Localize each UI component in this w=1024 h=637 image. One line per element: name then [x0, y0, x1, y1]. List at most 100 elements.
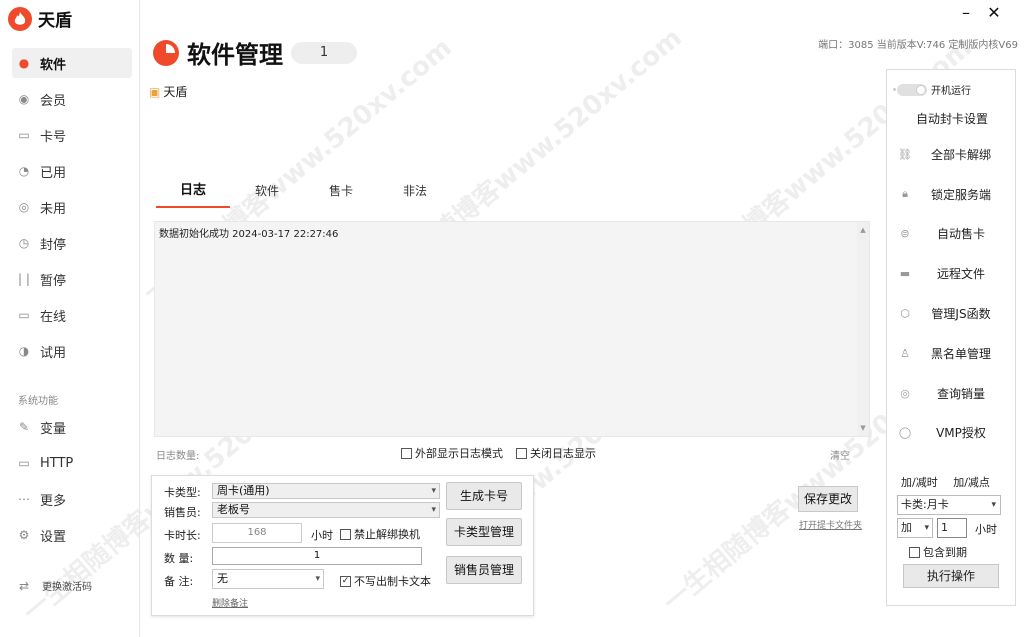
tool-label: 全部卡解绑: [930, 147, 991, 162]
shield-icon: ◯: [898, 425, 912, 439]
remark-select[interactable]: 无 ▾: [212, 569, 324, 589]
sidebar-item-variables[interactable]: ✎ 变量: [12, 412, 132, 442]
checkbox-label: 不写出制卡文本: [354, 575, 431, 588]
sidebar-item-paused[interactable]: | | 暂停: [12, 264, 132, 294]
seller-value: 老板号: [217, 503, 250, 516]
amount-input[interactable]: 1: [937, 518, 967, 538]
close-button[interactable]: ✕: [980, 2, 1008, 24]
vmp-auth-button[interactable]: ◯ VMP授权: [887, 420, 1017, 444]
card-class-select[interactable]: 卡类:月卡 ▾: [897, 495, 1001, 515]
auto-sell-button[interactable]: ⊜ 自动售卡: [887, 221, 1017, 245]
forbid-unbind-checkbox[interactable]: 禁止解绑换机: [340, 526, 420, 542]
quantity-input[interactable]: 1: [212, 547, 422, 565]
checkbox-box[interactable]: ✓: [340, 575, 351, 587]
checkbox-box[interactable]: [401, 447, 412, 459]
sidebar-item-software[interactable]: ● 软件: [12, 48, 132, 78]
title-count-badge: 1: [291, 41, 357, 64]
tool-label: 黑名单管理: [930, 346, 991, 361]
flame-icon: [8, 6, 32, 31]
remote-files-button[interactable]: ▬ 远程文件: [887, 261, 1017, 285]
sidebar-item-label: 变量: [40, 421, 67, 437]
tool-label: VMP授权: [936, 425, 986, 440]
checkbox-label: 包含到期: [923, 546, 967, 559]
card-type-manage-button[interactable]: 卡类型管理: [446, 518, 522, 546]
card-type-select[interactable]: 周卡(通用) ▾: [212, 483, 440, 499]
sidebar-item-cards[interactable]: ▭ 卡号: [12, 120, 132, 150]
sidebar-item-online[interactable]: ▭ 在线: [12, 300, 132, 330]
autorun-toggle[interactable]: 开机运行: [893, 82, 971, 97]
toggle-switch[interactable]: [893, 83, 927, 96]
sidebar: 天盾 ● 软件 ◉ 会员 ▭ 卡号 ◔ 已用 ◎ 未用 ◷ 封停 | | 暂停: [0, 0, 140, 637]
sidebar-item-blocked[interactable]: ◷ 封停: [12, 228, 132, 258]
minimize-button[interactable]: –: [952, 2, 980, 24]
lock-icon: 🔒︎: [902, 187, 908, 200]
tab-log[interactable]: 日志: [156, 178, 230, 208]
pie-chart-icon: [153, 39, 179, 66]
sidebar-item-members[interactable]: ◉ 会员: [12, 84, 132, 114]
card-class-value: 卡类:月卡: [901, 498, 949, 511]
tab-add-point[interactable]: 加/减点: [953, 476, 990, 489]
checkbox-box[interactable]: [516, 447, 527, 459]
window-controls: – ✕: [952, 2, 1008, 24]
operation-value: 加: [901, 521, 912, 534]
clear-log-link[interactable]: 清空: [830, 447, 850, 462]
no-card-text-checkbox[interactable]: ✓ 不写出制卡文本: [340, 573, 431, 589]
log-count-label: 日志数量:: [156, 451, 200, 462]
tab-software[interactable]: 软件: [230, 178, 304, 208]
toggle-dot: [893, 87, 896, 91]
log-scrollbar[interactable]: ▲ ▼: [857, 222, 869, 436]
folder-icon: ▬: [899, 266, 911, 280]
seller-select[interactable]: 老板号 ▾: [212, 502, 440, 518]
tab-sell-card[interactable]: 售卡: [304, 178, 378, 208]
change-activation-code[interactable]: ⇄ 更换激活码: [16, 578, 92, 594]
chevron-down-icon: ▾: [431, 505, 436, 515]
execute-button[interactable]: 执行操作: [903, 564, 999, 588]
unbind-all-cards-button[interactable]: ⛓ 全部卡解绑: [887, 142, 1017, 166]
checkbox-box[interactable]: [340, 528, 351, 540]
include-expired-checkbox[interactable]: 包含到期: [909, 544, 967, 560]
sidebar-item-label: 更多: [40, 493, 67, 509]
log-panel[interactable]: 数据初始化成功 2024-03-17 22:27:46 ▲ ▼: [154, 221, 870, 437]
manage-js-functions-button[interactable]: ⬡ 管理JS函数: [887, 301, 1017, 325]
quantity-label: 数 量:: [164, 552, 194, 565]
save-changes-button[interactable]: 保存更改: [798, 486, 858, 512]
scroll-up-icon[interactable]: ▲: [857, 224, 869, 236]
page-header: 软件管理 1: [151, 35, 357, 70]
sidebar-item-unused[interactable]: ◎ 未用: [12, 192, 132, 222]
monitor-icon: ▭: [18, 308, 30, 322]
generate-card-button[interactable]: 生成卡号: [446, 482, 522, 510]
scroll-down-icon[interactable]: ▼: [857, 422, 869, 434]
user-icon: ♙: [900, 346, 910, 360]
sidebar-item-trial[interactable]: ◑ 试用: [12, 336, 132, 366]
delete-remark-link[interactable]: 删除备注: [212, 596, 248, 609]
sidebar-item-http[interactable]: ▭ HTTP: [12, 448, 132, 478]
sidebar-item-more[interactable]: ⋯ 更多: [12, 484, 132, 514]
checkbox-label: 外部显示日志模式: [415, 447, 503, 460]
blacklist-manage-button[interactable]: ♙ 黑名单管理: [887, 341, 1017, 365]
seller-manage-button[interactable]: 销售员管理: [446, 556, 522, 584]
checkbox-label: 禁止解绑换机: [354, 528, 420, 541]
chevron-down-icon: ▾: [924, 523, 929, 533]
open-card-folder-link[interactable]: 打开提卡文件夹: [799, 518, 862, 531]
checkbox-box[interactable]: [909, 546, 920, 558]
query-sales-button[interactable]: ◎ 查询销量: [887, 381, 1017, 405]
sidebar-item-used[interactable]: ◔ 已用: [12, 156, 132, 186]
checkbox-label: 关闭日志显示: [530, 447, 596, 460]
log-entry: 数据初始化成功 2024-03-17 22:27:46: [159, 229, 339, 240]
swap-icon: ⇄: [18, 578, 30, 593]
card-icon: ▭: [18, 128, 30, 142]
tab-add-time[interactable]: 加/减时: [901, 476, 938, 489]
lock-server-button[interactable]: 🔒︎ 锁定服务端: [887, 182, 1017, 206]
close-log-display-checkbox[interactable]: 关闭日志显示: [516, 445, 596, 461]
card-generation-panel: 卡类型: 周卡(通用) ▾ 销售员: 老板号 ▾ 卡时长: 168 小时 禁止解…: [151, 475, 534, 616]
external-log-mode-checkbox[interactable]: 外部显示日志模式: [401, 445, 503, 461]
chevron-down-icon: ▾: [991, 500, 996, 510]
sidebar-item-settings[interactable]: ⚙ 设置: [12, 520, 132, 550]
clock-icon: ◷: [18, 236, 30, 250]
auto-block-settings[interactable]: 自动封卡设置: [887, 110, 1017, 127]
operation-select[interactable]: 加 ▾: [897, 518, 933, 538]
tab-illegal[interactable]: 非法: [378, 178, 452, 208]
toggle-knob: [916, 84, 926, 95]
duration-input[interactable]: 168: [212, 523, 302, 543]
add-subtract-tabs: 加/减时 加/减点: [901, 474, 990, 490]
